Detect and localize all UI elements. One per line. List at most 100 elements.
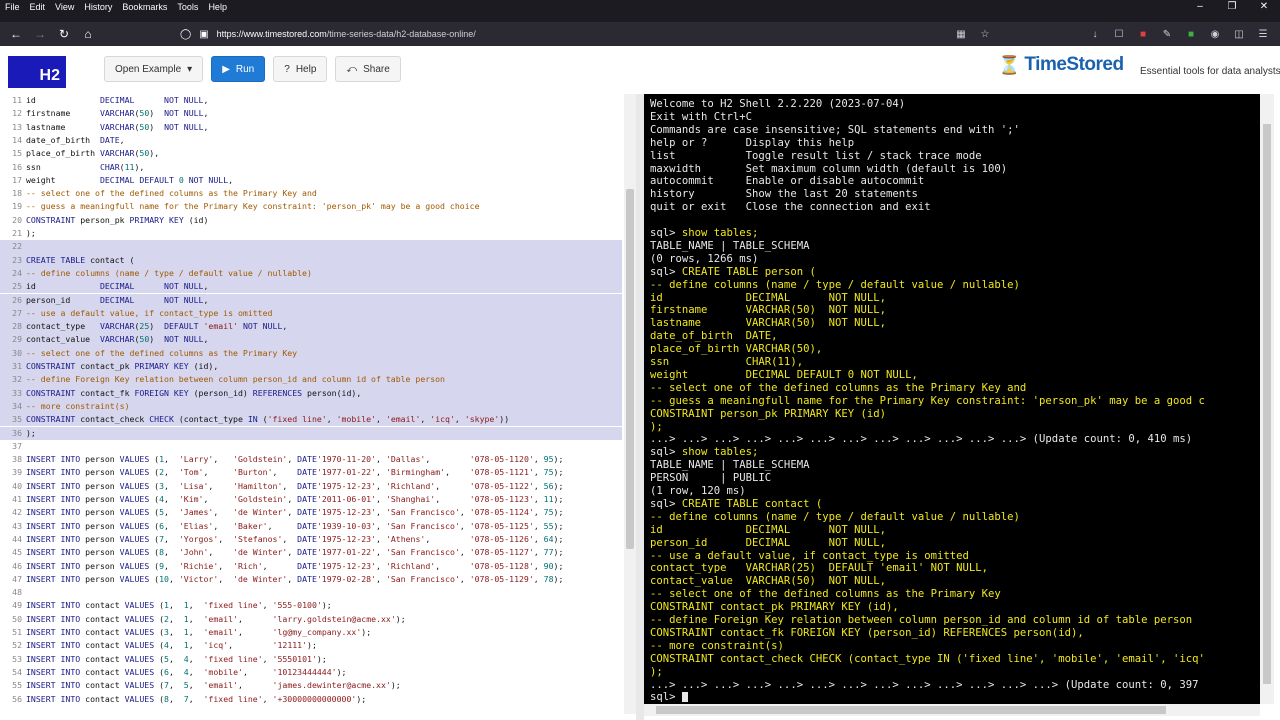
- back-icon[interactable]: ←: [4, 22, 28, 46]
- timestored-brand[interactable]: ⏳ TimeStored: [998, 54, 1124, 76]
- code-token: ssn: [26, 161, 100, 172]
- terminal-line: lastname VARCHAR(50) NOT NULL,: [650, 317, 886, 330]
- code-token: '078-05-1127': [469, 547, 534, 558]
- terminal-scrollbar[interactable]: [1260, 94, 1274, 704]
- prompt: sql>: [650, 227, 682, 239]
- code-token: (person_id): [188, 387, 253, 398]
- code-token: PRIMARY KEY: [134, 361, 189, 371]
- run-button[interactable]: ▶ Run: [211, 56, 266, 82]
- code-token: contact: [85, 627, 125, 637]
- editor-line: 21);: [0, 227, 622, 240]
- menu-item-tools[interactable]: Tools: [172, 2, 203, 12]
- code-token: (id),: [188, 361, 219, 371]
- editor-scroll-thumb[interactable]: [626, 189, 634, 549]
- code-token: '1975-12-23': [316, 480, 377, 491]
- code-token: 'Elias': [178, 520, 214, 531]
- url-bar[interactable]: ◯ ▣ https://www.timestored.com /time-ser…: [180, 24, 970, 44]
- code-token: ,: [203, 494, 234, 504]
- code-token: INSERT INTO: [26, 480, 86, 491]
- pen-icon[interactable]: ✎: [1158, 24, 1176, 44]
- share-button[interactable]: ⤺ Share: [335, 56, 401, 82]
- addon-icon[interactable]: ■: [1134, 24, 1152, 44]
- code-token: ,: [435, 494, 470, 504]
- reload-icon[interactable]: ↻: [52, 22, 76, 46]
- code-token: contact_type: [26, 321, 100, 332]
- line-number: 30: [12, 347, 22, 358]
- code-token: 'fixed line': [267, 414, 327, 425]
- terminal-text: list Toggle result list / stack trace mo…: [650, 149, 982, 162]
- terminal-text: CREATE TABLE person (: [681, 265, 816, 278]
- puzzle-icon[interactable]: ◫: [1230, 24, 1248, 44]
- code-token: );: [361, 627, 372, 637]
- menu-icon[interactable]: ☰: [1254, 24, 1272, 44]
- code-token: );: [26, 228, 36, 238]
- menu-item-bookmarks[interactable]: Bookmarks: [117, 2, 172, 12]
- code-token: ,: [376, 467, 386, 478]
- pane-splitter[interactable]: [636, 94, 644, 720]
- code-token: INSERT INTO: [26, 653, 86, 664]
- code-token: 'Goldstein': [233, 494, 288, 504]
- line-number: 33: [12, 387, 22, 398]
- line-number: 47: [12, 573, 22, 584]
- code-token: ,: [208, 480, 234, 491]
- code-token: VALUES: [119, 533, 150, 544]
- code-token: CREATE TABLE: [26, 254, 91, 265]
- addon-gray-icon[interactable]: ◉: [1206, 24, 1224, 44]
- terminal-text: firstname VARCHAR(50) NOT NULL,: [650, 304, 886, 317]
- code-token: ,: [287, 573, 298, 584]
- code-token: DATE: [297, 480, 317, 491]
- menu-item-view[interactable]: View: [50, 2, 79, 12]
- restore-icon[interactable]: ❐: [1216, 0, 1248, 14]
- terminal-text: id DECIMAL NOT NULL,: [650, 291, 886, 304]
- menu-item-help[interactable]: Help: [203, 2, 232, 12]
- code-token: place_of_birth: [26, 148, 100, 159]
- terminal-line: date_of_birth DATE,: [650, 330, 778, 343]
- code-token: (: [149, 573, 160, 584]
- terminal-line: history Show the last 20 statements: [650, 188, 918, 201]
- help-button[interactable]: ? Help: [273, 56, 328, 82]
- code-token: 'email': [385, 414, 421, 425]
- code-token: VALUES: [124, 680, 155, 691]
- addon-green-icon[interactable]: ■: [1182, 24, 1200, 44]
- code-token: 75: [543, 467, 554, 478]
- code-token: CONSTRAINT: [26, 361, 81, 371]
- code-token: DATE: [297, 573, 317, 584]
- menu-item-file[interactable]: File: [0, 2, 25, 12]
- line-number: 29: [12, 334, 22, 345]
- editor-scrollbar[interactable]: [624, 94, 636, 714]
- code-token: (: [149, 560, 160, 571]
- code-token: VALUES: [119, 520, 150, 531]
- terminal-horizontal-scrollbar[interactable]: [644, 704, 1260, 716]
- home-icon[interactable]: ⌂: [76, 22, 100, 46]
- code-token: );: [553, 560, 564, 571]
- close-icon[interactable]: ✕: [1248, 0, 1280, 14]
- code-token: ,: [533, 507, 544, 518]
- timestored-logo-icon: ⏳: [998, 54, 1021, 75]
- menu-item-edit[interactable]: Edit: [25, 2, 51, 12]
- extensions-grid-icon[interactable]: ▦: [952, 24, 970, 44]
- terminal-hscroll-thumb[interactable]: [656, 706, 1166, 714]
- menu-item-history[interactable]: History: [79, 2, 117, 12]
- play-icon: ▶: [222, 63, 230, 75]
- open-example-dropdown[interactable]: Open Example ▾: [104, 56, 204, 82]
- sql-editor[interactable]: 11 id DECIMAL NOT NULL, 12 firstname VARCHA…: [0, 94, 636, 714]
- download-icon[interactable]: ↓: [1086, 24, 1104, 44]
- code-token: 'fixed line': [203, 600, 263, 611]
- code-token: 'Hamilton': [233, 480, 283, 491]
- code-token: person: [85, 494, 120, 504]
- code-token: ,: [168, 640, 184, 651]
- minimize-icon[interactable]: –: [1184, 0, 1216, 14]
- terminal-line: -- select one of the defined columns as …: [650, 588, 1001, 601]
- editor-line: 26 person_id DECIMAL NOT NULL,: [0, 293, 622, 307]
- bookmark-star-icon[interactable]: ☆: [976, 24, 994, 44]
- code-token: 'fixed line': [203, 653, 263, 664]
- terminal-scroll-thumb[interactable]: [1263, 124, 1271, 684]
- editor-line: 48: [0, 586, 622, 599]
- h2-shell-terminal[interactable]: Welcome to H2 Shell 2.2.220 (2023-07-04)…: [644, 94, 1260, 704]
- pocket-icon[interactable]: ☐: [1110, 24, 1128, 44]
- code-token: ,: [376, 454, 386, 465]
- code-token: 95: [543, 454, 554, 465]
- forward-icon[interactable]: →: [28, 22, 52, 46]
- terminal-line: (1 row, 120 ms): [650, 485, 746, 498]
- code-token: ,: [376, 494, 386, 504]
